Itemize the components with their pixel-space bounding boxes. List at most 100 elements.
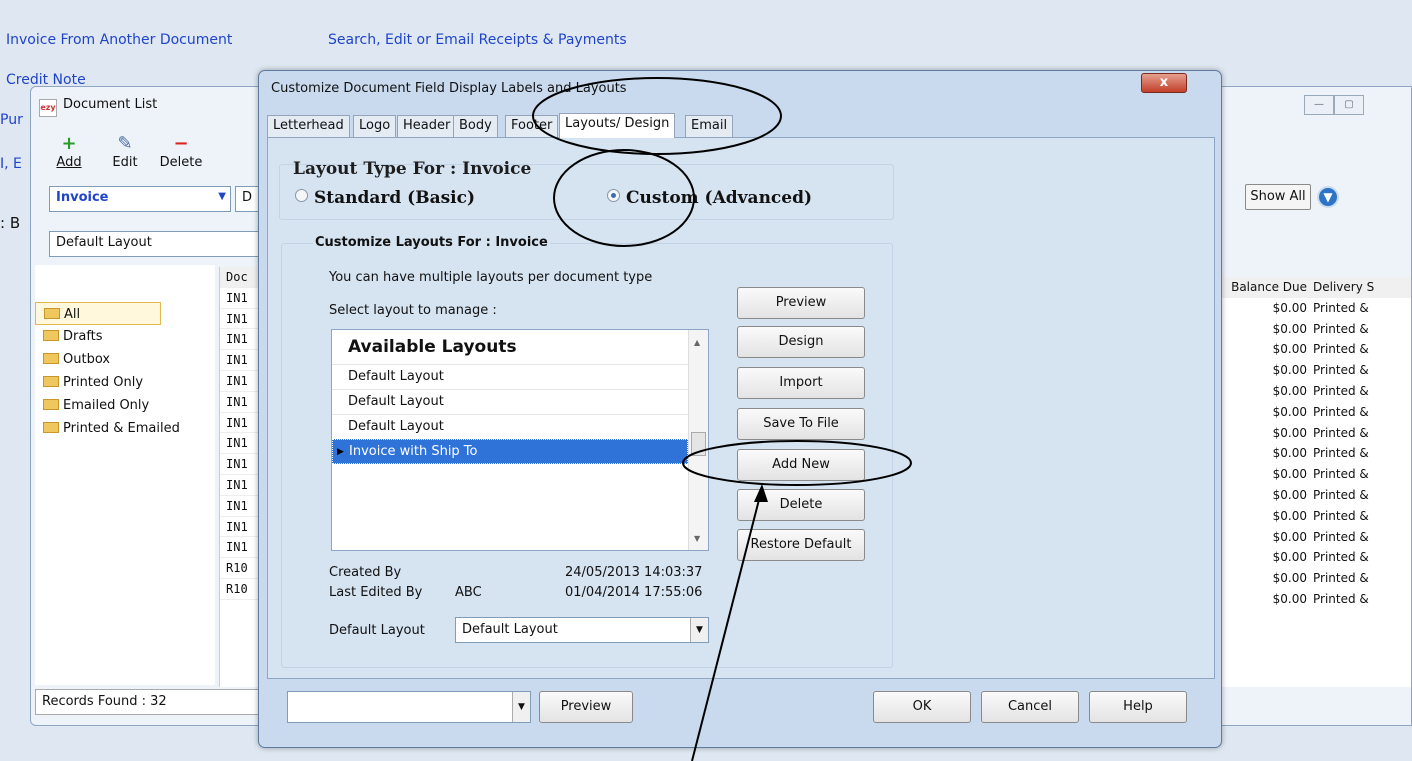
default-layout-select[interactable]: Default Layout ▼ xyxy=(455,617,709,643)
tab-email[interactable]: Email xyxy=(685,115,734,137)
table-row[interactable]: $0.00 Printed & xyxy=(1211,464,1411,485)
layout-item[interactable]: Default Layout xyxy=(332,364,688,389)
restore-default-button[interactable]: Restore Default xyxy=(737,529,865,561)
delivery-status-cell: Printed & xyxy=(1313,591,1369,606)
balance-due-cell: $0.00 xyxy=(1272,363,1307,378)
available-layouts-list[interactable]: Available Layouts Default Layout Default… xyxy=(331,329,709,551)
doc-number-cell[interactable]: IN1 xyxy=(220,496,259,517)
layout-item-selected[interactable]: ▶ Invoice with Ship To xyxy=(332,439,688,464)
folder-emailed-only[interactable]: Emailed Only xyxy=(35,394,215,417)
table-row[interactable]: $0.00 Printed & xyxy=(1211,298,1411,319)
delete-button[interactable]: − Delete xyxy=(155,135,207,171)
minimize-icon[interactable]: — xyxy=(1304,95,1334,115)
tab-header[interactable]: Header xyxy=(397,115,457,137)
doc-number-cell[interactable]: IN1 xyxy=(220,537,259,559)
help-button[interactable]: Help xyxy=(1089,691,1187,723)
table-row[interactable]: $0.00 Printed & xyxy=(1211,443,1411,464)
table-row[interactable]: $0.00 Printed & xyxy=(1211,547,1411,568)
folder-printed-only[interactable]: Printed Only xyxy=(35,371,215,394)
created-date: 24/05/2013 14:03:37 xyxy=(565,565,703,580)
doc-number-cell[interactable]: IN1 xyxy=(220,475,259,496)
balance-due-cell: $0.00 xyxy=(1272,508,1307,523)
link-partial-ie[interactable]: I, E xyxy=(0,156,22,172)
table-row[interactable]: $0.00 Printed & xyxy=(1211,527,1411,548)
balance-due-cell: $0.00 xyxy=(1272,300,1307,315)
delivery-status-cell: Printed & xyxy=(1313,487,1369,502)
column-header-balance-due[interactable]: Balance Due xyxy=(1211,277,1311,297)
link-invoice-from-another-document[interactable]: Invoice From Another Document xyxy=(6,32,232,48)
folder-all[interactable]: All xyxy=(35,302,161,325)
link-search-edit-email-receipts[interactable]: Search, Edit or Email Receipts & Payment… xyxy=(328,32,627,48)
bottom-combo[interactable]: ▼ xyxy=(287,691,531,723)
column-header-doc[interactable]: Doc xyxy=(220,267,259,288)
table-row[interactable]: $0.00 Printed & xyxy=(1211,319,1411,340)
background-partial-text: : B xyxy=(0,214,21,232)
design-button[interactable]: Design xyxy=(737,326,865,358)
doc-number-cell[interactable]: R10 xyxy=(220,558,259,579)
ok-button[interactable]: OK xyxy=(873,691,971,723)
balance-due-cell: $0.00 xyxy=(1272,446,1307,461)
layouts-scrollbar[interactable]: ▲ ▼ xyxy=(688,330,708,550)
save-to-file-button[interactable]: Save To File xyxy=(737,408,865,440)
doc-number-cell[interactable]: R10 xyxy=(220,579,259,600)
column-header-delivery[interactable]: Delivery S xyxy=(1311,277,1374,297)
doc-type-select[interactable]: Invoice ▼ xyxy=(49,186,231,212)
link-partial-pur[interactable]: Pur xyxy=(0,112,23,128)
table-row[interactable]: $0.00 Printed & xyxy=(1211,485,1411,506)
table-row[interactable]: $0.00 Printed & xyxy=(1211,589,1411,610)
doc-number-cell[interactable]: IN1 xyxy=(220,309,259,330)
cancel-button[interactable]: Cancel xyxy=(981,691,1079,723)
tab-layouts-design[interactable]: Layouts/ Design xyxy=(559,113,676,138)
add-new-button[interactable]: Add New xyxy=(737,449,865,481)
table-row[interactable]: $0.00 Printed & xyxy=(1211,568,1411,589)
doc-number-cell[interactable]: IN1 xyxy=(220,329,259,351)
edit-button[interactable]: ✎ Edit xyxy=(105,133,145,171)
tab-letterhead[interactable]: Letterhead xyxy=(267,115,350,137)
doc-number-cell[interactable]: IN1 xyxy=(220,288,259,309)
scroll-up-icon[interactable]: ▲ xyxy=(694,338,700,347)
maximize-icon[interactable]: ▢ xyxy=(1334,95,1364,115)
doc-number-cell[interactable]: IN1 xyxy=(220,413,259,434)
balance-due-cell: $0.00 xyxy=(1272,342,1307,357)
doc-number-cell[interactable]: IN1 xyxy=(220,454,259,475)
doc-number-cell[interactable]: IN1 xyxy=(220,433,259,455)
preview-layout-button[interactable]: Preview xyxy=(737,287,865,319)
doc-number-cell[interactable]: IN1 xyxy=(220,371,259,392)
balance-due-cell: $0.00 xyxy=(1272,404,1307,419)
tab-logo[interactable]: Logo xyxy=(353,115,397,137)
show-all-button[interactable]: Show All xyxy=(1245,184,1311,210)
layout-item[interactable]: Default Layout xyxy=(332,389,688,414)
table-row[interactable]: $0.00 Printed & xyxy=(1211,506,1411,527)
radio-standard-basic[interactable]: Standard (Basic) xyxy=(295,188,475,208)
scroll-down-icon[interactable]: ▼ xyxy=(694,534,700,543)
scroll-thumb[interactable] xyxy=(691,432,706,456)
folder-printed-emailed[interactable]: Printed & Emailed xyxy=(35,417,215,440)
last-edited-date: 01/04/2014 17:55:06 xyxy=(565,585,703,600)
layout-select[interactable]: Default Layout xyxy=(49,231,261,257)
import-button[interactable]: Import xyxy=(737,367,865,399)
delivery-status-cell: Printed & xyxy=(1313,550,1369,565)
balance-due-cell: $0.00 xyxy=(1272,571,1307,586)
tab-footer[interactable]: Footer xyxy=(505,115,559,137)
delete-layout-button[interactable]: Delete xyxy=(737,489,865,521)
table-row[interactable]: $0.00 Printed & xyxy=(1211,339,1411,360)
circle-arrow-down-icon[interactable]: ▼ xyxy=(1317,186,1339,208)
delivery-status-cell: Printed & xyxy=(1313,383,1369,398)
table-row[interactable]: $0.00 Printed & xyxy=(1211,423,1411,444)
delivery-status-cell: Printed & xyxy=(1313,467,1369,482)
doc-number-cell[interactable]: IN1 xyxy=(220,392,259,413)
folder-outbox[interactable]: Outbox xyxy=(35,348,215,371)
pencil-icon: ✎ xyxy=(117,133,133,154)
doc-number-cell[interactable]: IN1 xyxy=(220,517,259,538)
table-row[interactable]: $0.00 Printed & xyxy=(1211,381,1411,402)
bottom-preview-button[interactable]: Preview xyxy=(539,691,633,723)
radio-custom-advanced[interactable]: Custom (Advanced) xyxy=(607,188,812,208)
folder-drafts[interactable]: Drafts xyxy=(35,325,215,348)
add-button[interactable]: + Add xyxy=(49,135,89,171)
doc-number-cell[interactable]: IN1 xyxy=(220,350,259,371)
table-row[interactable]: $0.00 Printed & xyxy=(1211,360,1411,381)
table-row[interactable]: $0.00 Printed & xyxy=(1211,402,1411,423)
layout-item[interactable]: Default Layout xyxy=(332,414,688,439)
close-button[interactable]: x xyxy=(1141,73,1187,93)
tab-body[interactable]: Body xyxy=(453,115,498,137)
